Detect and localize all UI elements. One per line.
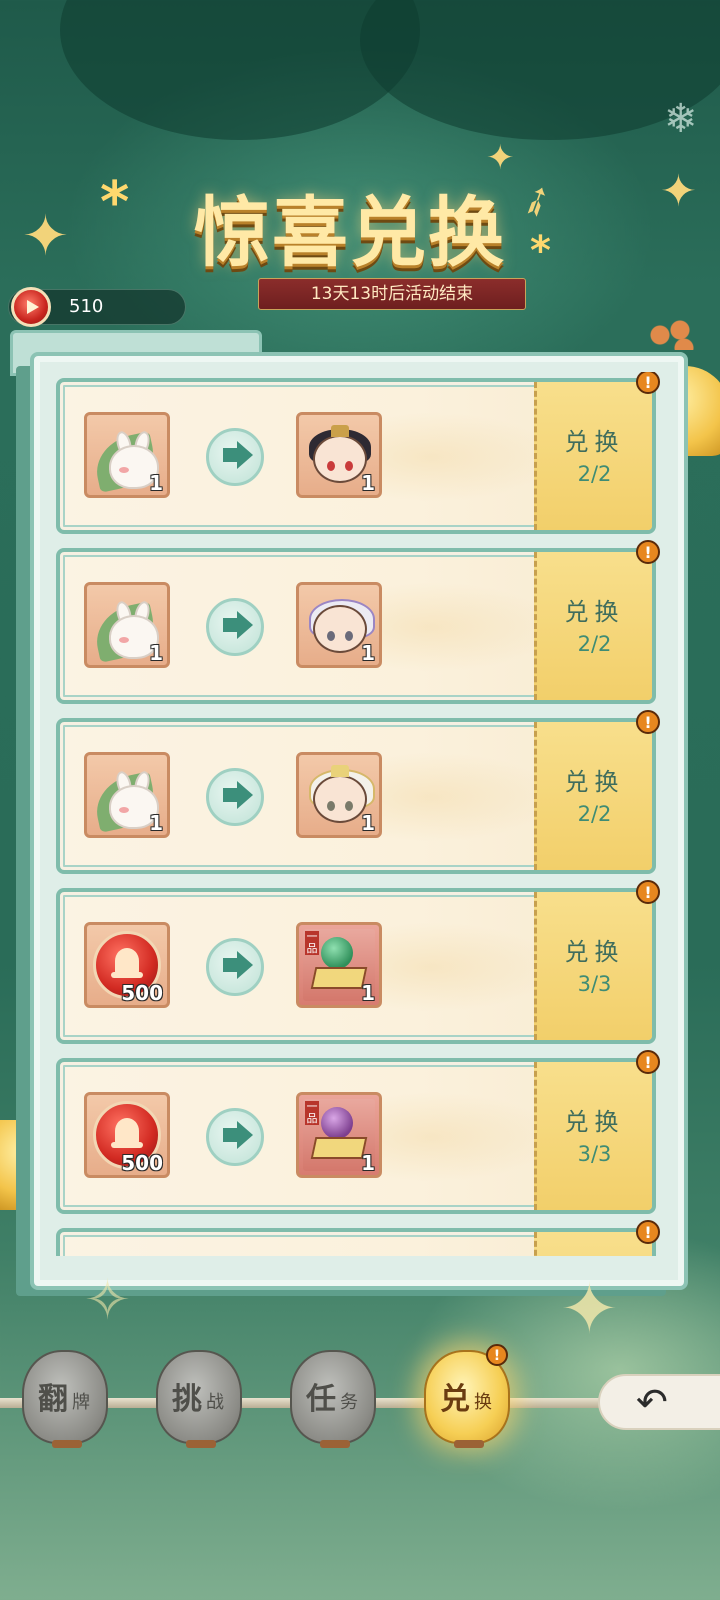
currency-value: 510 xyxy=(69,296,104,317)
snowflake-icon: ❄ xyxy=(664,96,698,142)
exchange-row: 500 一品 1 兑换 3/3 ! xyxy=(56,880,660,1044)
rank-label: 一品 xyxy=(305,930,319,955)
exchange-button[interactable]: 兑换 2/2 ! xyxy=(534,372,660,530)
currency-counter: 510 xyxy=(8,287,186,327)
nav-tab-label-main: 兑 xyxy=(440,1382,470,1417)
alert-icon: ! xyxy=(636,372,660,394)
input-item-slot[interactable]: 1 xyxy=(84,412,170,498)
output-item-count: 1 xyxy=(361,1151,375,1175)
rank-label: 一品 xyxy=(305,1100,319,1125)
exchange-button-label: 兑换 xyxy=(564,428,625,456)
output-item-count: 1 xyxy=(361,981,375,1005)
output-item-slot[interactable]: 一品 1 xyxy=(296,1092,382,1178)
exchange-button[interactable]: 兑换 3/3 ! xyxy=(534,1050,660,1210)
exchange-progress: 3/3 xyxy=(577,972,612,996)
exchange-button[interactable]: 兑换 2/2 ! xyxy=(534,710,660,870)
output-item-slot[interactable]: 1 xyxy=(296,412,382,498)
nav-tab-label-main: 翻 xyxy=(38,1382,68,1417)
exchange-progress: 3/3 xyxy=(577,1142,612,1166)
alert-icon: ! xyxy=(636,710,660,734)
output-item-count: 1 xyxy=(361,471,375,495)
exchange-button-label: 兑换 xyxy=(564,938,625,966)
exchange-progress: 2/2 xyxy=(577,632,612,656)
nav-tab-label-sub: 务 xyxy=(340,1392,358,1413)
arrow-right-icon xyxy=(206,598,264,656)
exchange-button[interactable]: 兑换 2/2 ! xyxy=(534,540,660,700)
nav-tab-label-sub: 牌 xyxy=(72,1392,90,1413)
nav-tab-label-main: 任 xyxy=(306,1382,336,1417)
input-item-slot[interactable]: 500 xyxy=(84,922,170,1008)
alert-icon: ! xyxy=(636,880,660,904)
input-item-slot[interactable]: 1 xyxy=(84,752,170,838)
alert-icon: ! xyxy=(486,1344,508,1366)
nav-tab-flip-cards[interactable]: 翻 牌 xyxy=(22,1350,108,1448)
sparkle-icon: ✦ xyxy=(22,204,69,269)
exchange-button-label: 兑换 xyxy=(564,1108,625,1136)
holly-berries-icon xyxy=(650,320,700,350)
output-item-slot[interactable]: 一品 1 xyxy=(296,922,382,1008)
sparkle-icon: ✦ xyxy=(486,138,515,178)
alert-icon: ! xyxy=(636,1050,660,1074)
back-arrow-icon: ↶ xyxy=(636,1380,668,1424)
nav-tab-tasks[interactable]: 任 务 xyxy=(290,1350,376,1448)
arrow-right-icon xyxy=(206,428,264,486)
output-item-slot[interactable]: 1 xyxy=(296,582,382,668)
arrow-right-icon xyxy=(206,768,264,826)
input-item-count: 500 xyxy=(121,1151,163,1175)
exchange-row: 1 1 兑换 2/2 ! xyxy=(56,372,660,534)
exchange-button-label: 兑换 xyxy=(564,768,625,796)
arrow-right-icon xyxy=(206,1108,264,1166)
exchange-progress: 2/2 xyxy=(577,462,612,486)
countdown-banner: 13天13时后活动结束 xyxy=(258,278,526,310)
title-asterisk-right: * xyxy=(530,228,551,274)
nav-tab-label-sub: 换 xyxy=(474,1392,492,1413)
back-button[interactable]: ↶ xyxy=(598,1374,720,1430)
reindeer-decoration: ✧ xyxy=(84,1268,131,1333)
nav-tab-label-sub: 战 xyxy=(206,1392,224,1413)
input-item-count: 1 xyxy=(149,471,163,495)
exchange-button-label: 兑换 xyxy=(564,598,625,626)
sparkle-icon: ✦ xyxy=(660,166,697,217)
input-item-count: 500 xyxy=(121,981,163,1005)
bell-token-icon xyxy=(11,287,51,327)
exchange-list[interactable]: 1 1 兑换 2/2 ! 1 1 兑换 2/2 ! 1 1 兑换 2/2 ! 5… xyxy=(50,372,662,1256)
exchange-row: 500 一品 1 兑换 3/3 ! xyxy=(56,1050,660,1214)
nav-tab-label-main: 挑 xyxy=(172,1382,202,1417)
input-item-slot[interactable]: 1 xyxy=(84,582,170,668)
nav-tab-exchange[interactable]: 兑 换 ! xyxy=(424,1344,510,1448)
input-item-slot[interactable]: 500 xyxy=(84,1092,170,1178)
output-item-count: 1 xyxy=(361,641,375,665)
arrow-right-icon xyxy=(206,938,264,996)
exchange-button[interactable]: ! xyxy=(534,1220,660,1256)
exchange-row: 1 1 兑换 2/2 ! xyxy=(56,540,660,704)
input-item-count: 1 xyxy=(149,641,163,665)
nav-tab-challenge[interactable]: 挑 战 xyxy=(156,1350,242,1448)
exchange-row: 1 1 兑换 2/2 ! xyxy=(56,710,660,874)
exchange-button[interactable]: 兑换 3/3 ! xyxy=(534,880,660,1040)
alert-icon: ! xyxy=(636,1220,660,1244)
output-item-slot[interactable]: 1 xyxy=(296,752,382,838)
output-item-count: 1 xyxy=(361,811,375,835)
exchange-progress: 2/2 xyxy=(577,802,612,826)
title-asterisk-left: * xyxy=(100,170,130,235)
exchange-row: ! xyxy=(56,1220,660,1256)
event-title: 惊喜兑换 xyxy=(194,188,506,277)
reindeer-decoration: ✦ xyxy=(560,1268,619,1350)
input-item-count: 1 xyxy=(149,811,163,835)
alert-icon: ! xyxy=(636,540,660,564)
